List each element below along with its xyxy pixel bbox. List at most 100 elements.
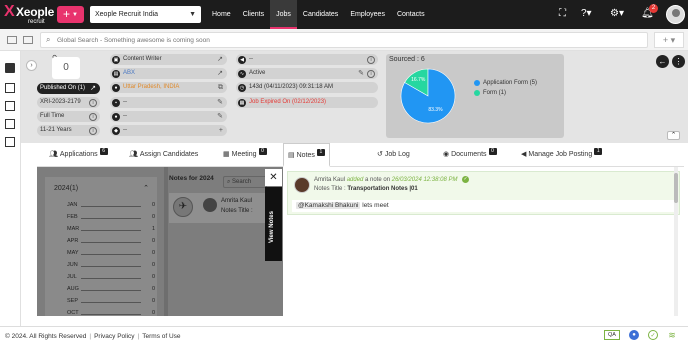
tab-documents[interactable]: ◉ Documents 0: [443, 143, 497, 167]
month-row[interactable]: JAN 0: [55, 202, 159, 210]
top-navbar: X Xeople recruit + ▼ Xeople Recruit India…: [0, 0, 688, 29]
legend-item[interactable]: Form (1): [474, 90, 537, 96]
month-row[interactable]: AUG 0: [55, 286, 159, 294]
dashboard-icon[interactable]: [5, 119, 15, 129]
calendar-icon: ▦: [238, 98, 246, 107]
chevron-right-icon[interactable]: ›: [26, 60, 37, 71]
app-logo[interactable]: X Xeople recruit: [4, 3, 54, 27]
megaphone-icon: ◀: [238, 55, 246, 64]
nav-employees[interactable]: Employees: [344, 0, 391, 29]
month-count: 0: [151, 298, 155, 304]
help-icon[interactable]: ?▾: [581, 8, 592, 20]
avatar: [203, 198, 217, 212]
pencil-icon[interactable]: ✎: [217, 111, 223, 122]
briefcase-icon[interactable]: [5, 63, 15, 73]
check-circle-icon[interactable]: ✓: [648, 330, 658, 340]
month-row[interactable]: FEB 0: [55, 214, 159, 222]
year-label[interactable]: 2024(1): [54, 185, 78, 192]
month-name: MAR: [67, 226, 80, 232]
open-icon[interactable]: ⧉: [218, 82, 223, 93]
tab-meeting[interactable]: ▦ Meeting 0: [223, 143, 267, 167]
external-link-icon[interactable]: ↗: [217, 54, 223, 65]
tab-assign-candidates[interactable]: 👥︎ Assign Candidates: [129, 143, 198, 167]
grid-view-icon[interactable]: [23, 36, 33, 44]
chevron-up-icon[interactable]: ⌃: [667, 131, 680, 140]
list-view-icon[interactable]: [7, 36, 17, 44]
note-icon: ▤: [288, 152, 295, 159]
company-select[interactable]: Xeople Recruit India ▼: [90, 6, 201, 23]
gear-icon[interactable]: ⚙▾: [610, 8, 624, 20]
info-icon[interactable]: i: [89, 126, 97, 135]
published-on-chip[interactable]: Published On (1) ↗: [37, 83, 100, 94]
scrollbar[interactable]: [674, 167, 678, 316]
month-divider: [81, 314, 141, 315]
copyright-text: © 2024. All Rights Reserved: [5, 333, 87, 340]
pencil-icon[interactable]: ✎: [358, 68, 364, 79]
user-avatar[interactable]: [666, 5, 685, 24]
nav-home[interactable]: Home: [206, 0, 237, 29]
search-icon: ⌕: [46, 35, 51, 44]
month-divider: [81, 278, 141, 279]
month-row[interactable]: JUL 0: [55, 274, 159, 282]
nav-candidates[interactable]: Candidates: [297, 0, 344, 29]
global-search[interactable]: ⌕: [40, 32, 648, 48]
status-chip: ∿ Active ✎ i: [236, 68, 378, 79]
close-icon[interactable]: ✕: [265, 169, 282, 186]
fullscreen-icon[interactable]: ⛶: [559, 8, 566, 20]
tab-job-log[interactable]: ↺ Job Log: [377, 143, 410, 167]
info-icon[interactable]: i: [367, 69, 375, 78]
month-row[interactable]: MAY 0: [55, 250, 159, 258]
pie-slice-label-0: 83.3%: [428, 107, 443, 113]
create-new-button[interactable]: + ▼: [57, 6, 84, 23]
month-divider: [81, 254, 141, 255]
info-icon[interactable]: i: [367, 55, 375, 64]
back-arrow-icon[interactable]: ←: [656, 55, 669, 68]
view-notes-button[interactable]: View Notes: [265, 187, 282, 261]
month-row[interactable]: OCT 0: [55, 310, 159, 318]
job-tabs: 👥︎ Applications 6 👥︎ Assign Candidates ▦ Mee…: [37, 143, 684, 167]
external-link-icon[interactable]: ↗: [217, 68, 223, 79]
layers-icon[interactable]: [5, 83, 15, 93]
notes-search[interactable]: ⌕ Search: [223, 176, 267, 188]
month-row[interactable]: SEP 0: [55, 298, 159, 306]
privacy-link[interactable]: Privacy Policy: [94, 333, 134, 340]
pencil-icon[interactable]: ✎: [217, 97, 223, 108]
month-name: JUL: [67, 274, 77, 280]
chevron-up-icon[interactable]: ⌃: [143, 184, 149, 192]
sourced-chart-card: Sourced : 6 16.7% 83.3% Application Form …: [386, 54, 564, 138]
nav-contacts[interactable]: Contacts: [391, 0, 431, 29]
month-name: JAN: [67, 202, 78, 208]
info-icon[interactable]: i: [89, 98, 97, 107]
month-row[interactable]: MAR 1: [55, 226, 159, 234]
month-count: 0: [151, 262, 155, 268]
month-row[interactable]: JUN 0: [55, 262, 159, 270]
user-circle-icon[interactable]: ●: [629, 330, 639, 340]
info-icon[interactable]: i: [89, 112, 97, 121]
global-search-input[interactable]: [57, 34, 637, 46]
add-dropdown-button[interactable]: + ▾: [654, 32, 684, 48]
report-icon[interactable]: [5, 137, 15, 147]
scrollbar[interactable]: [164, 167, 168, 316]
avatar: [294, 177, 310, 193]
notes-content: Amrita Kaul added a note on 26/03/2024 1…: [283, 167, 684, 316]
terms-link[interactable]: Terms of Use: [142, 333, 180, 340]
job-type-chip: Full Time i: [37, 111, 100, 122]
tab-notes[interactable]: ▤ Notes 1: [283, 143, 330, 167]
year-panel: 2024(1) ⌃ JAN 0 FEB 0 MAR 1 APR 0 MAY 0 JUN 0 JUL 0 AU…: [45, 177, 157, 316]
expired-chip: ▦ Job Expired On (02/12/2023): [236, 97, 378, 108]
note-list-item[interactable]: ✈ Amrita Kaul Notes Title :: [169, 193, 272, 223]
legend-item[interactable]: Application Form (5): [474, 80, 537, 86]
more-vertical-icon[interactable]: ⋮: [672, 55, 685, 68]
month-divider: [81, 218, 141, 219]
add-icon[interactable]: +: [219, 125, 223, 136]
qa-badge[interactable]: QA: [604, 330, 620, 340]
nav-clients[interactable]: Clients: [237, 0, 270, 29]
tab-manage-job-posting[interactable]: ◀ Manage Job Posting 1: [521, 143, 603, 167]
mention-tag[interactable]: @Kamakshi Bhakuni: [296, 202, 361, 209]
month-count: 0: [151, 238, 155, 244]
nav-jobs[interactable]: Jobs: [270, 0, 297, 29]
month-row[interactable]: APR 0: [55, 238, 159, 246]
tab-applications[interactable]: 👥︎ Applications 6: [49, 143, 108, 167]
contact-icon[interactable]: [5, 101, 15, 111]
month-divider: [81, 242, 141, 243]
